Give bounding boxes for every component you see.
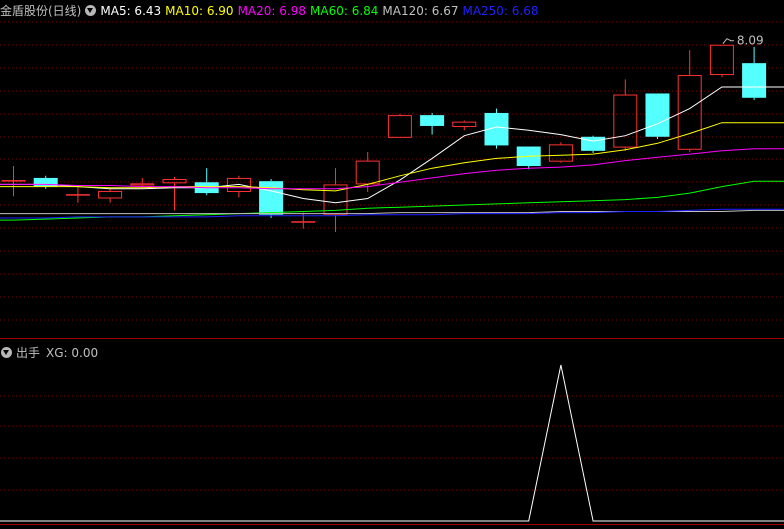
candle (548, 142, 573, 163)
candle (516, 146, 541, 170)
candle-body (452, 121, 477, 128)
candle (742, 46, 767, 100)
ma20-label: MA20: 6.98 (237, 4, 306, 18)
ma60-label: MA60: 6.84 (310, 4, 379, 18)
candle-body (1, 180, 26, 182)
chart-canvas: 8.09 (0, 21, 784, 525)
candle (709, 44, 734, 78)
candle-body (259, 181, 284, 215)
candle-body (98, 190, 123, 199)
candle (387, 114, 412, 138)
stock-name: 金盾股份(日线) (0, 4, 82, 18)
xg-label: XG: 0.00 (46, 346, 99, 360)
candle (677, 50, 702, 152)
candle-body (613, 94, 638, 148)
candle-body (709, 44, 734, 76)
signal-panel[interactable] (0, 364, 784, 522)
candlestick-panel[interactable]: 8.09 (0, 34, 784, 233)
candle-body (355, 160, 380, 185)
candle (65, 185, 90, 203)
candle-body (581, 136, 606, 151)
candle-body (645, 93, 670, 137)
candle (613, 79, 638, 151)
candle-body (742, 63, 767, 98)
candle (1, 166, 26, 197)
candle (484, 108, 509, 149)
candle (98, 188, 123, 203)
ma120-label: MA120: 6.67 (382, 4, 459, 18)
candle-body (420, 115, 445, 126)
candle (194, 168, 219, 196)
candle-body (65, 194, 90, 196)
collapse-toggle-icon[interactable] (85, 5, 97, 16)
candle (291, 212, 316, 229)
candle (323, 168, 348, 233)
candle (162, 176, 187, 211)
xg-signal-line (0, 364, 784, 522)
ma250-label: MA250: 6.68 (462, 4, 539, 18)
high-marker-arrow (722, 38, 734, 45)
candle-body (130, 183, 155, 186)
high-value-label: 8.09 (737, 34, 764, 48)
candle-body (291, 221, 316, 223)
sub-title: 出手 (16, 346, 41, 360)
ma-line-ma20 (0, 148, 784, 190)
candle-body (162, 179, 187, 184)
candle-body (387, 115, 412, 138)
candle (452, 120, 477, 131)
sub-header: 出手 XG: 0.00 (0, 345, 102, 361)
ma5-label: MA5: 6.43 (100, 4, 162, 18)
candle (581, 135, 606, 154)
ma10-label: MA10: 6.90 (165, 4, 234, 18)
main-header: 金盾股份(日线) MA5: 6.43 MA10: 6.90 MA20: 6.98 MA6… (0, 3, 543, 19)
collapse-toggle-icon[interactable] (1, 347, 12, 358)
candle (420, 112, 445, 135)
candle (645, 93, 670, 139)
